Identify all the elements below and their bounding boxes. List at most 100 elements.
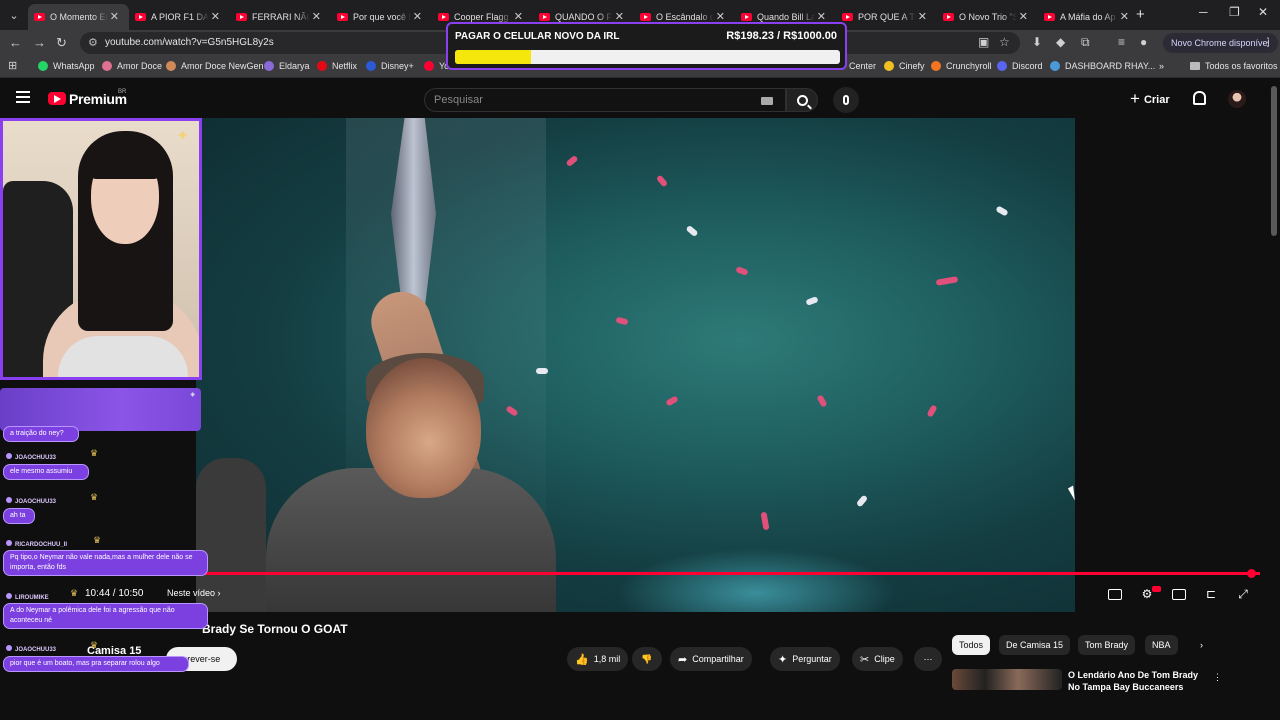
- fullscreen-icon[interactable]: ⤢: [1235, 587, 1251, 601]
- tab-8[interactable]: POR QUE A TO ✕: [836, 4, 937, 30]
- miniplayer-icon[interactable]: [1171, 587, 1187, 601]
- close-icon[interactable]: ✕: [1120, 10, 1129, 23]
- search-button[interactable]: [786, 88, 818, 112]
- chat-username: LIROUMIKE: [6, 593, 49, 601]
- more-actions-button[interactable]: ⋯: [914, 647, 942, 671]
- bookmark-item[interactable]: WhatsApp: [38, 61, 95, 71]
- forward-icon[interactable]: →: [33, 35, 46, 50]
- chip-nba[interactable]: NBA: [1145, 635, 1178, 655]
- close-icon[interactable]: ✕: [1019, 10, 1028, 23]
- bookmark-item[interactable]: Discord: [997, 61, 1043, 71]
- bookmark-item[interactable]: Eldarya: [264, 61, 310, 71]
- extension-icon[interactable]: ◆: [1056, 35, 1065, 49]
- close-icon[interactable]: ✕: [918, 10, 927, 23]
- share-icon: ➦: [678, 653, 688, 666]
- bookmark-item[interactable]: Amor Doce NewGen: [166, 61, 264, 71]
- recommended-title[interactable]: O Lendário Ano De Tom Brady No Tampa Bay…: [1068, 669, 1198, 693]
- star-decoration-icon: ✦: [176, 128, 190, 145]
- minimize-icon[interactable]: ─: [1199, 5, 1208, 19]
- youtube-logo-icon[interactable]: [48, 92, 66, 105]
- clip-button[interactable]: ✂ Clipe: [852, 647, 903, 671]
- bookmark-item[interactable]: Disney+: [366, 61, 414, 71]
- menu-icon[interactable]: [16, 91, 30, 103]
- chip-channel[interactable]: De Camisa 15: [999, 635, 1071, 655]
- notifications-bell-icon[interactable]: [1193, 91, 1206, 105]
- chat-message: ele mesmo assumiu: [3, 464, 89, 480]
- goal-progress-track: [455, 50, 840, 64]
- install-app-icon[interactable]: ▣: [978, 35, 989, 49]
- video-player[interactable]: [196, 118, 1075, 612]
- subtitles-icon[interactable]: [1107, 587, 1123, 601]
- apps-grid-icon[interactable]: ⊞: [8, 59, 17, 72]
- account-avatar[interactable]: [1228, 90, 1246, 108]
- bookmark-item[interactable]: Cinefy: [884, 61, 925, 71]
- bookmark-item[interactable]: Crunchyroll: [931, 61, 992, 71]
- bookmark-item[interactable]: DASHBOARD RHAY...: [1050, 61, 1155, 71]
- netflix-icon: [317, 61, 327, 71]
- dislike-button[interactable]: 👎: [632, 647, 662, 671]
- ask-button[interactable]: ✦ Perguntar: [770, 647, 840, 671]
- tab-1[interactable]: A PIOR F1 DA ✕: [129, 4, 230, 30]
- close-icon[interactable]: ✕: [312, 10, 321, 23]
- search-input[interactable]: Pesquisar: [424, 88, 786, 112]
- video-progress-bar[interactable]: [196, 572, 1260, 575]
- media-control-icon[interactable]: ≡: [1118, 35, 1125, 49]
- close-icon[interactable]: ✕: [110, 10, 119, 23]
- window-close-icon[interactable]: ✕: [1258, 5, 1268, 19]
- page-scrollbar[interactable]: [1271, 86, 1277, 236]
- bookmark-item[interactable]: Netflix: [317, 61, 357, 71]
- bookmark-item[interactable]: Center: [849, 61, 876, 71]
- crown-icon: ♛: [90, 640, 99, 650]
- tab-search-icon[interactable]: ⌄: [4, 5, 24, 25]
- new-tab-button[interactable]: +: [1136, 6, 1145, 23]
- like-button[interactable]: 👍 1,8 mil: [567, 647, 628, 671]
- download-icon[interactable]: ⬇: [1032, 35, 1042, 49]
- chip-all[interactable]: Todos: [952, 635, 991, 655]
- chapters-button[interactable]: Neste vídeo ›: [167, 588, 221, 598]
- amor-doce-icon: [102, 61, 112, 71]
- keyboard-icon[interactable]: [761, 97, 773, 105]
- youtube-header: Premium BR Pesquisar + Criar: [0, 78, 1280, 120]
- cinefy-icon: [884, 61, 894, 71]
- youtube-favicon-icon: [1044, 13, 1055, 21]
- restore-icon[interactable]: ❐: [1229, 5, 1240, 19]
- scrubber-handle[interactable]: [1247, 569, 1256, 578]
- youtube-favicon-icon: [741, 13, 752, 21]
- site-info-icon[interactable]: ⚙: [88, 36, 98, 49]
- chat-badge-icon: ◈: [190, 392, 195, 398]
- close-icon[interactable]: ✕: [211, 10, 220, 23]
- video-title: Brady Se Tornou O GOAT: [202, 622, 348, 636]
- tab-10[interactable]: A Máfia do Ap ✕: [1038, 4, 1139, 30]
- create-button[interactable]: + Criar: [1130, 89, 1170, 109]
- cast-icon[interactable]: ⊏: [1203, 587, 1219, 601]
- bookmark-star-icon[interactable]: ☆: [999, 35, 1010, 49]
- tab-3[interactable]: Por que você N ✕: [331, 4, 432, 30]
- bookmark-item[interactable]: Amor Doce: [102, 61, 162, 71]
- extensions-puzzle-icon[interactable]: ⧉: [1081, 35, 1090, 50]
- chips-next-icon[interactable]: ›: [1193, 635, 1210, 655]
- youtube-favicon-icon: [135, 13, 146, 21]
- close-icon[interactable]: ✕: [413, 10, 422, 23]
- reload-icon[interactable]: ↻: [56, 35, 67, 51]
- tab-2[interactable]: FERRARI NÃO ✕: [230, 4, 331, 30]
- recommended-more-icon[interactable]: ⋮: [1205, 669, 1230, 685]
- whatsapp-icon: [38, 61, 48, 71]
- back-icon[interactable]: ←: [9, 35, 22, 50]
- voice-search-button[interactable]: [833, 87, 859, 113]
- chrome-update-button[interactable]: Novo Chrome disponível: [1163, 33, 1278, 53]
- more-bookmarks-icon[interactable]: »: [1159, 61, 1164, 71]
- share-button[interactable]: ➦ Compartilhar: [670, 647, 752, 671]
- chat-username: RICARDOCHUU_II: [6, 540, 67, 548]
- tab-9[interactable]: O Novo Trio "S ✕: [937, 4, 1038, 30]
- youtube-favicon-icon: [842, 13, 853, 21]
- youtube-favicon-icon: [337, 13, 348, 21]
- youtube-favicon-icon: [438, 13, 449, 21]
- chrome-menu-icon[interactable]: ⋮: [1262, 35, 1274, 49]
- all-bookmarks[interactable]: Todos os favoritos: [1190, 61, 1278, 71]
- sparkle-icon: ✦: [778, 653, 788, 666]
- tab-0[interactable]: O Momento Em ✕: [28, 4, 129, 30]
- chat-message: A do Neymar a polêmica dele foi a agress…: [3, 603, 208, 629]
- profile-avatar-icon[interactable]: ●: [1140, 35, 1147, 49]
- chip-tom-brady[interactable]: Tom Brady: [1078, 635, 1136, 655]
- recommended-thumbnail[interactable]: [952, 669, 1062, 690]
